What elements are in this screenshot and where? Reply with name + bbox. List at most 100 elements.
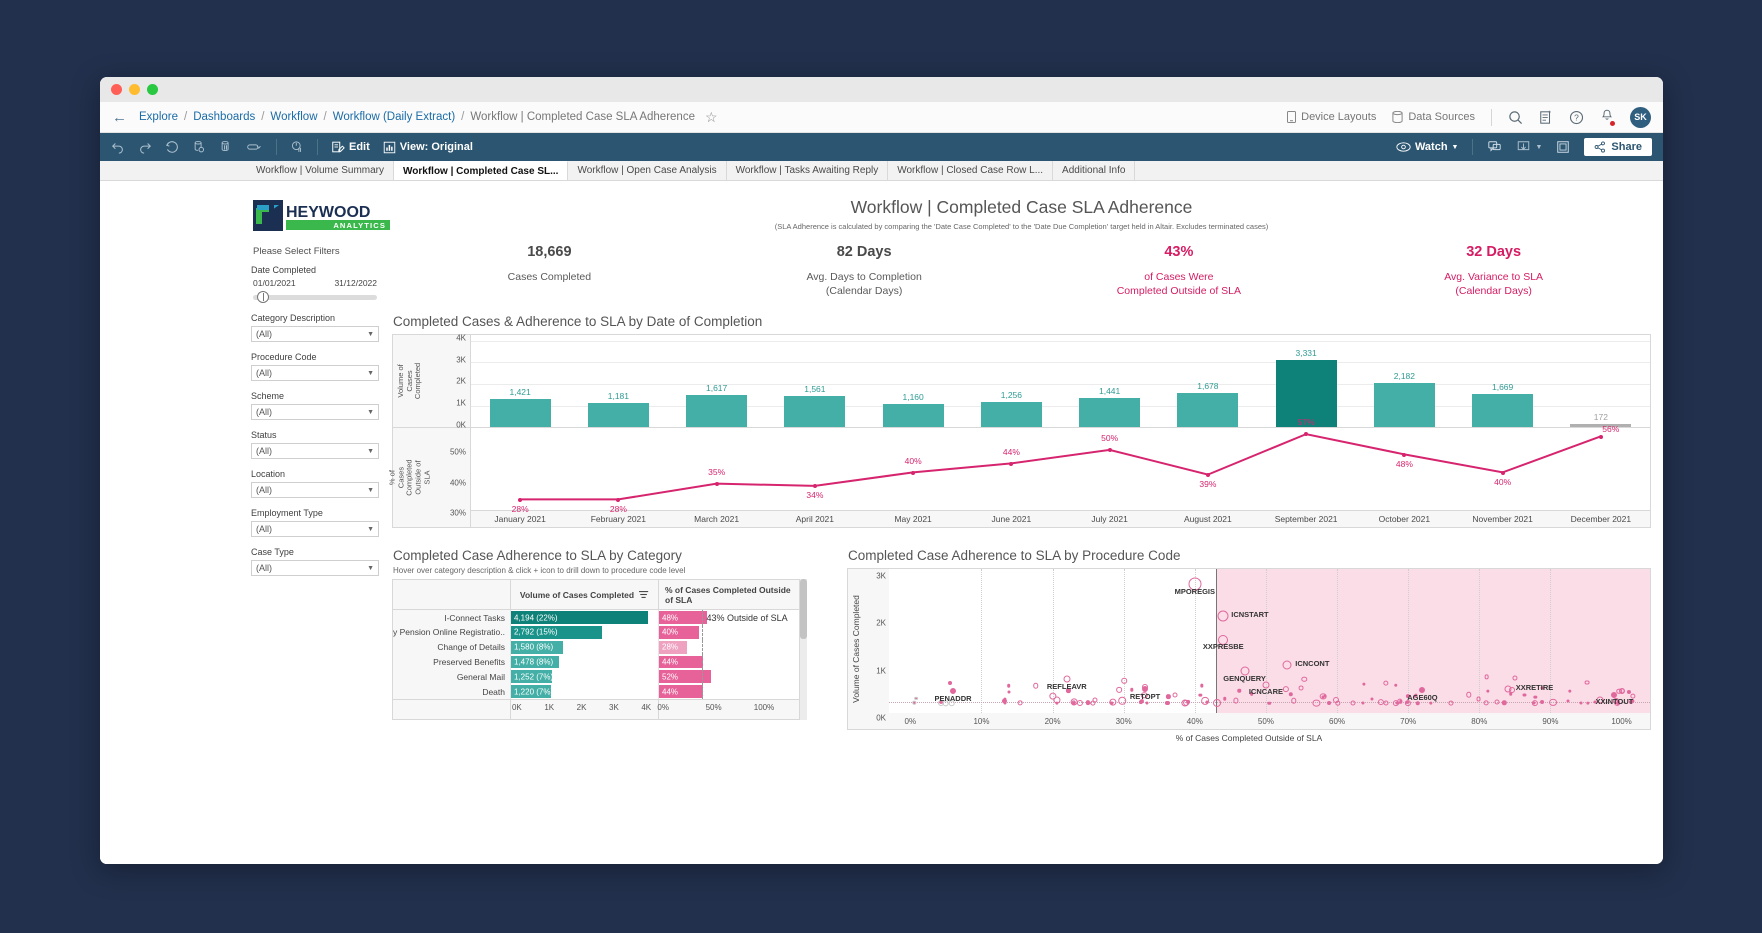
bar[interactable] [686,394,748,428]
bar[interactable] [784,395,846,428]
tab-open-case-analysis[interactable]: Workflow | Open Case Analysis [568,161,727,180]
bar-column[interactable]: 172 [1552,335,1650,428]
scatter-point[interactable] [1350,700,1356,706]
scatter-point[interactable] [1333,696,1340,703]
scatter-point[interactable] [1166,694,1171,699]
scatter-point[interactable] [914,696,918,701]
category-name[interactable]: I-Connect Tasks [393,610,511,626]
table-row[interactable]: General Mail 1,252 (7%) 52% [393,669,799,685]
scatter-point[interactable] [1121,677,1127,684]
watch-button[interactable]: Watch ▼ [1396,141,1458,153]
minimize-window-button[interactable] [129,84,140,95]
star-icon[interactable]: ☆ [705,109,718,126]
scatter-point[interactable] [1017,700,1023,706]
pause-data-icon[interactable] [219,140,233,154]
bar-column[interactable]: 1,256 [962,335,1060,428]
sort-icon[interactable] [639,590,649,599]
scatter-point[interactable] [1267,701,1271,705]
scatter-point[interactable] [1619,688,1626,695]
scatter-point[interactable] [1118,697,1126,705]
breadcrumb-explore[interactable]: Explore [139,111,178,123]
help-icon[interactable]: ? [1569,110,1584,125]
scatter-point[interactable] [1055,701,1059,705]
bar[interactable] [1472,393,1534,428]
bar[interactable] [489,398,551,428]
combo-chart[interactable]: Volume of Cases Completed 0K 1K 2K 3K 4K % o… [387,334,1651,529]
line-marker[interactable] [1304,432,1309,437]
category-name[interactable]: My Pension Online Registratio.. [393,625,511,640]
line-marker[interactable] [1107,448,1112,453]
bar-column[interactable]: 1,441 [1061,335,1159,428]
table-row[interactable]: I-Connect Tasks 4,194 (22%) 48% 43% Outside… [393,610,799,626]
line-marker[interactable] [1598,434,1603,439]
slider-handle[interactable] [257,291,269,303]
bar[interactable] [587,403,649,428]
tab-tasks-awaiting-reply[interactable]: Workflow | Tasks Awaiting Reply [726,161,889,180]
scatter-point[interactable] [1007,690,1011,694]
case-type-dropdown[interactable]: (All) ▼ [251,560,379,576]
category-description-dropdown[interactable]: (All) ▼ [251,326,379,342]
scatter-point[interactable] [1007,683,1011,688]
tab-closed-case-row-l[interactable]: Workflow | Closed Case Row L... [888,161,1054,180]
bar-column[interactable]: 1,160 [864,335,962,428]
scatter-point[interactable] [1085,700,1090,705]
scatter-point[interactable] [1566,699,1570,703]
scatter-point[interactable] [1532,701,1536,705]
table-row[interactable]: Death 1,220 (7%) 44% [393,684,799,700]
tab-volume-summary[interactable]: Workflow | Volume Summary [247,161,395,180]
edit-button[interactable]: Edit [331,140,370,154]
download-button[interactable]: ▼ [1516,140,1542,154]
view-original-button[interactable]: View: Original [383,141,473,154]
scatter-point[interactable] [912,701,917,705]
procedure-code-dropdown[interactable]: (All) ▼ [251,365,379,381]
scatter-point-icnstart[interactable] [1217,610,1229,622]
bar[interactable] [882,403,944,428]
bar-column[interactable]: 1,678 [1159,335,1257,428]
comment-icon[interactable] [1487,140,1502,154]
table-row[interactable]: Preserved Benefits 1,478 (8%) 44% [393,654,799,670]
line-marker[interactable] [1205,472,1210,477]
scatter-point-icncont[interactable] [1282,660,1292,670]
search-icon[interactable] [1508,110,1523,125]
scatter-point[interactable] [1200,684,1204,688]
tab-completed-case-sla[interactable]: Workflow | Completed Case SL... [394,161,569,180]
line-marker[interactable] [616,497,621,502]
scatter-point[interactable] [1145,701,1149,705]
scatter-point-xxretire[interactable] [1504,685,1512,693]
scheme-dropdown[interactable]: (All) ▼ [251,404,379,420]
table-row[interactable]: Change of Details 1,580 (8%) 28% [393,639,799,655]
scatter-point[interactable] [1172,692,1178,698]
breadcrumb-workflow-daily-extract[interactable]: Workflow (Daily Extract) [333,111,455,123]
scatter-point[interactable] [1116,686,1123,693]
bar-column[interactable]: 1,669 [1454,335,1552,428]
scatter-point[interactable] [1201,697,1210,705]
scatter-point[interactable] [948,680,952,685]
scatter-point[interactable] [1494,699,1500,705]
bar-column[interactable]: 3,331 [1257,335,1355,428]
category-name[interactable]: Preserved Benefits [393,654,511,670]
revert-icon[interactable] [165,140,179,154]
bar[interactable] [1079,398,1141,428]
scatter-point[interactable] [1549,698,1558,707]
procedure-scatter-chart[interactable]: Volume of Cases Completed 0K 1K 2K 3K MPORE… [847,568,1651,731]
category-name[interactable]: Death [393,684,511,700]
tab-additional-info[interactable]: Additional Info [1053,161,1136,180]
avatar[interactable]: SK [1630,106,1651,128]
line-marker[interactable] [518,497,523,502]
bar[interactable] [980,401,1042,428]
date-range-slider[interactable] [251,291,379,303]
share-button[interactable]: Share [1584,138,1652,156]
scatter-point[interactable] [1165,701,1170,706]
bar-column[interactable]: 1,421 [471,335,569,428]
bar-column[interactable]: 1,617 [668,335,766,428]
maximize-window-button[interactable] [147,84,158,95]
category-table[interactable]: Volume of Cases Completed % of Cases Com… [392,579,800,721]
fullscreen-icon[interactable] [1556,140,1570,154]
line-marker[interactable] [1402,452,1407,457]
alerts-button[interactable] [1600,108,1615,126]
scatter-point[interactable] [1476,696,1482,702]
scrollbar-thumb[interactable] [800,579,807,640]
bar-column[interactable]: 1,181 [569,335,667,428]
breadcrumb-workflow[interactable]: Workflow [270,111,317,123]
scatter-point[interactable] [1483,700,1489,706]
